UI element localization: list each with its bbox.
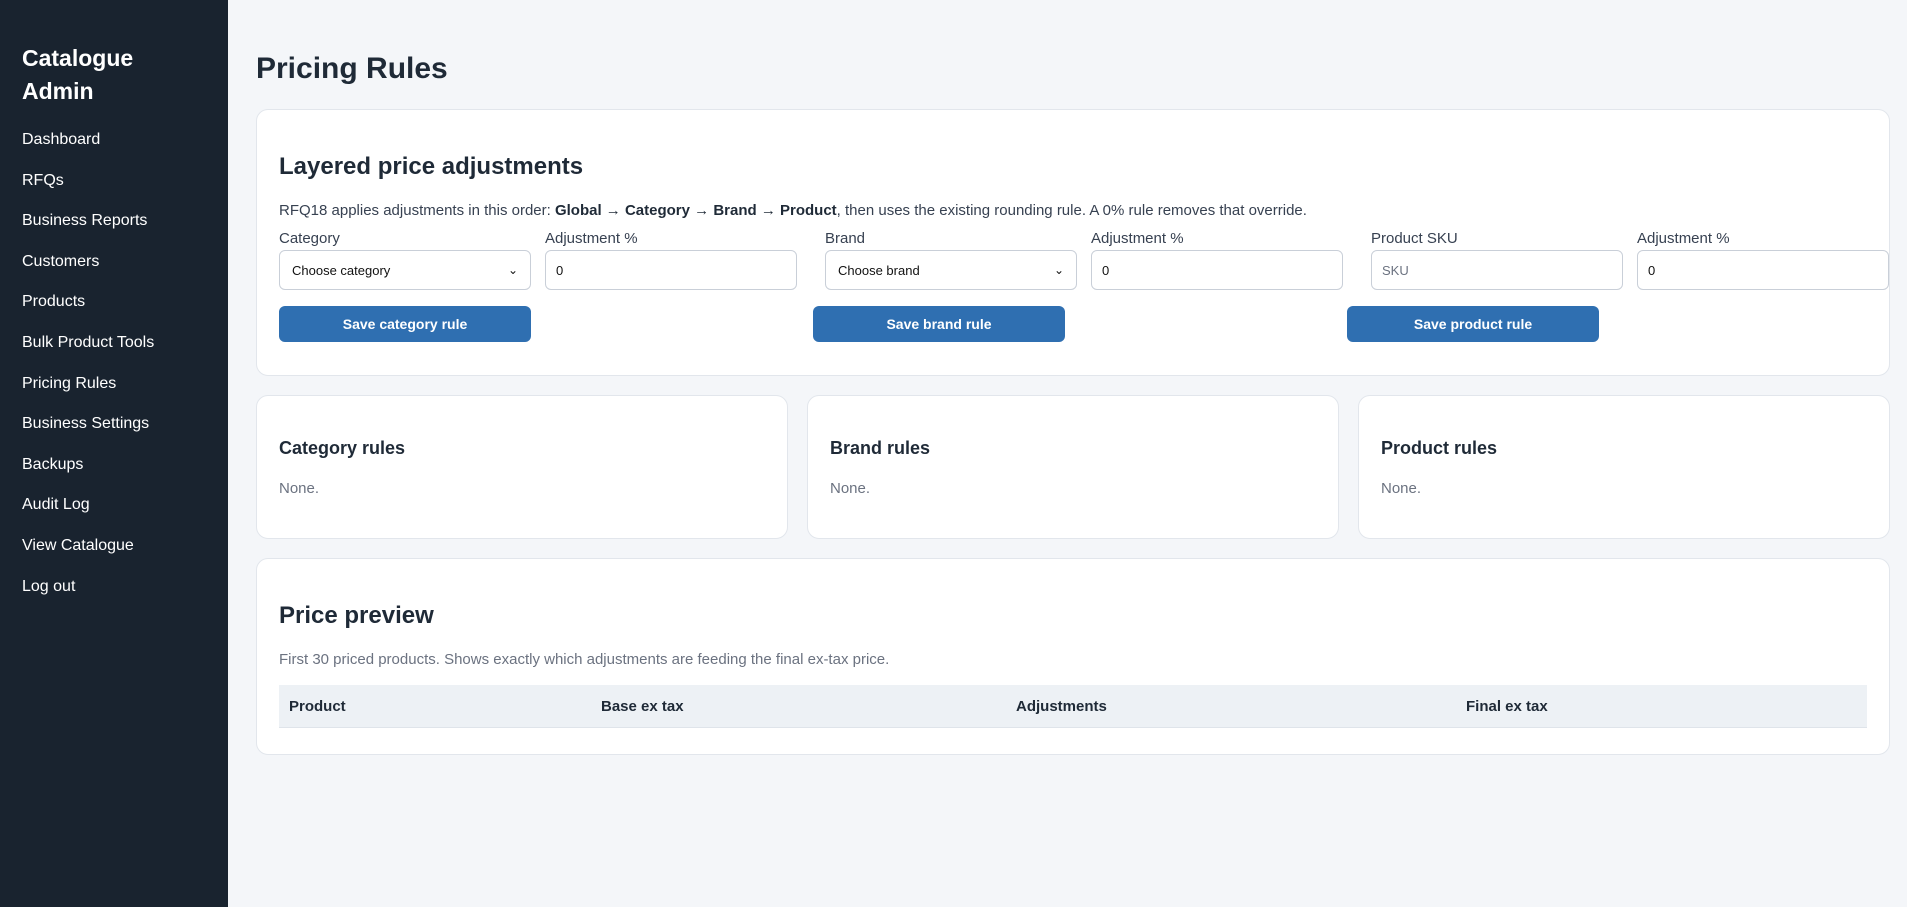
app-brand: Catalogue Admin bbox=[22, 45, 134, 104]
sidebar-item-log-out[interactable]: Log out bbox=[22, 577, 228, 618]
desc-order: Global → Category → Brand → Product bbox=[554, 202, 837, 219]
sidebar-item-pricing-rules[interactable]: Pricing Rules bbox=[22, 374, 228, 415]
adjustments-form: Category Choose category ⌄ Adjustment % … bbox=[279, 230, 1889, 290]
table-header-row: Product Base ex tax Adjustments Final ex… bbox=[279, 685, 1867, 728]
column-base-ex-tax: Base ex tax bbox=[591, 685, 1006, 728]
category-label: Category bbox=[279, 230, 340, 247]
sku-input[interactable]: SKU bbox=[1371, 250, 1623, 290]
price-preview-card: Price preview First 30 priced products. … bbox=[256, 558, 1890, 755]
brand-adjustment-input[interactable]: 0 bbox=[1091, 250, 1343, 290]
save-product-rule-button[interactable]: Save product rule bbox=[1347, 306, 1599, 342]
price-preview-table: Product Base ex tax Adjustments Final ex… bbox=[279, 685, 1867, 728]
category-rules-card: Category rules None. bbox=[256, 395, 788, 539]
brand-group: Brand Choose brand ⌄ bbox=[825, 230, 1077, 290]
brand-select[interactable]: Choose brand ⌄ bbox=[825, 250, 1077, 290]
sidebar: Catalogue Admin Dashboard RFQs Business … bbox=[0, 0, 228, 907]
category-rules-empty: None. bbox=[279, 480, 320, 497]
adjustments-description: RFQ18 applies adjustments in this order:… bbox=[279, 202, 1867, 219]
sku-group: Product SKU SKU bbox=[1371, 230, 1623, 290]
column-final-ex-tax: Final ex tax bbox=[1456, 685, 1867, 728]
product-adjustment-label: Adjustment % bbox=[1637, 230, 1730, 247]
brand-rules-title: Brand rules bbox=[830, 438, 931, 458]
rules-row: Category rules None. Brand rules None. P… bbox=[256, 395, 1890, 539]
brand-rules-card: Brand rules None. bbox=[807, 395, 1339, 539]
save-brand-rule-button[interactable]: Save brand rule bbox=[813, 306, 1065, 342]
adjustments-title: Layered price adjustments bbox=[279, 153, 584, 180]
category-adjustment-group: Adjustment % 0 bbox=[545, 230, 797, 290]
category-select[interactable]: Choose category ⌄ bbox=[279, 250, 531, 290]
sidebar-item-business-settings[interactable]: Business Settings bbox=[22, 414, 228, 455]
category-rules-title: Category rules bbox=[279, 438, 406, 458]
brand-rules-empty: None. bbox=[830, 480, 871, 497]
brand-adjustment-group: Adjustment % 0 bbox=[1091, 230, 1343, 290]
product-adjustment-input[interactable]: 0 bbox=[1637, 250, 1889, 290]
price-preview-description: First 30 priced products. Shows exactly … bbox=[279, 651, 890, 668]
product-rules-card: Product rules None. bbox=[1358, 395, 1890, 539]
sidebar-item-bulk-product-tools[interactable]: Bulk Product Tools bbox=[22, 333, 228, 374]
category-group: Category Choose category ⌄ bbox=[279, 230, 531, 290]
adjustments-card: Layered price adjustments RFQ18 applies … bbox=[256, 109, 1890, 376]
chevron-down-icon: ⌄ bbox=[507, 263, 518, 277]
save-buttons-row: Save category rule Save brand rule Save … bbox=[279, 306, 1867, 342]
sidebar-item-rfqs[interactable]: RFQs bbox=[22, 171, 228, 212]
sidebar-item-business-reports[interactable]: Business Reports bbox=[22, 211, 228, 252]
chevron-down-icon: ⌄ bbox=[1053, 263, 1064, 277]
desc-prefix: RFQ18 applies adjustments in this order: bbox=[279, 202, 555, 219]
desc-suffix: , then uses the existing rounding rule. … bbox=[836, 202, 1307, 219]
column-product: Product bbox=[279, 685, 591, 728]
main-content: Pricing Rules Layered price adjustments … bbox=[228, 0, 1907, 907]
save-category-rule-button[interactable]: Save category rule bbox=[279, 306, 531, 342]
brand-adjustment-label: Adjustment % bbox=[1091, 230, 1184, 247]
product-rules-title: Product rules bbox=[1381, 438, 1498, 458]
sidebar-item-customers[interactable]: Customers bbox=[22, 252, 228, 293]
category-adjustment-input[interactable]: 0 bbox=[545, 250, 797, 290]
category-adjustment-label: Adjustment % bbox=[545, 230, 638, 247]
product-rules-empty: None. bbox=[1381, 480, 1422, 497]
price-preview-title: Price preview bbox=[279, 602, 434, 629]
product-adjustment-group: Adjustment % 0 bbox=[1637, 230, 1889, 290]
brand-label: Brand bbox=[825, 230, 866, 247]
sidebar-item-backups[interactable]: Backups bbox=[22, 455, 228, 496]
sidebar-item-view-catalogue[interactable]: View Catalogue bbox=[22, 536, 228, 577]
page-title: Pricing Rules bbox=[256, 52, 448, 85]
sku-label: Product SKU bbox=[1371, 230, 1458, 247]
sidebar-item-products[interactable]: Products bbox=[22, 292, 228, 333]
sidebar-item-dashboard[interactable]: Dashboard bbox=[22, 130, 228, 171]
category-select-value: Choose category bbox=[292, 262, 391, 278]
sidebar-item-audit-log[interactable]: Audit Log bbox=[22, 495, 228, 536]
column-adjustments: Adjustments bbox=[1006, 685, 1456, 728]
brand-select-value: Choose brand bbox=[838, 262, 920, 278]
sidebar-nav: Dashboard RFQs Business Reports Customer… bbox=[22, 130, 228, 617]
